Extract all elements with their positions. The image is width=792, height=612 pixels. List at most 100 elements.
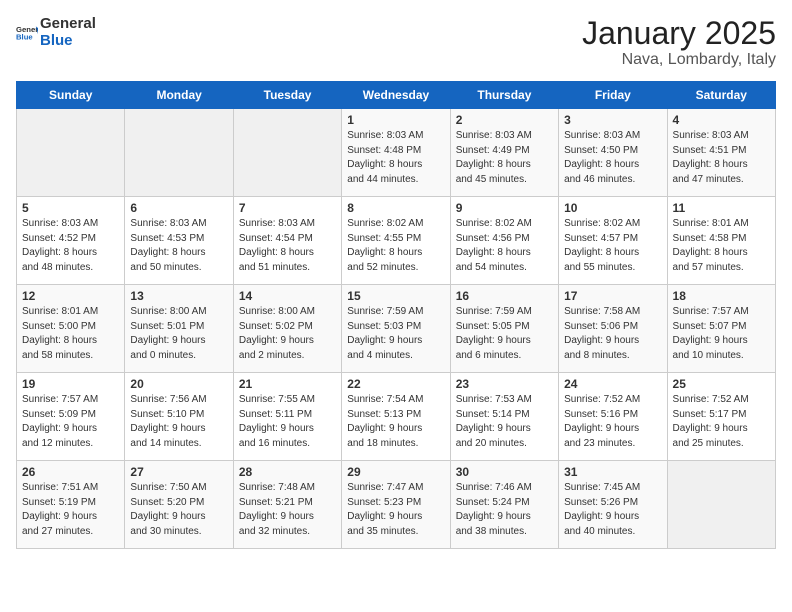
day-number: 26 (22, 465, 119, 479)
calendar-cell (667, 461, 775, 549)
day-info: Sunrise: 7:52 AM Sunset: 5:16 PM Dayligh… (564, 393, 661, 451)
calendar-cell: 15 Sunrise: 7:59 AM Sunset: 5:03 PM Dayli… (342, 285, 450, 373)
day-info: Sunrise: 7:46 AM Sunset: 5:24 PM Dayligh… (456, 481, 553, 539)
day-info: Sunrise: 7:57 AM Sunset: 5:09 PM Dayligh… (22, 393, 119, 451)
day-number: 14 (239, 289, 336, 303)
day-info: Sunrise: 7:59 AM Sunset: 5:03 PM Dayligh… (347, 305, 444, 363)
page-header: General Blue General Blue January 2025 N… (16, 16, 776, 69)
day-number: 19 (22, 377, 119, 391)
day-info: Sunrise: 8:02 AM Sunset: 4:57 PM Dayligh… (564, 217, 661, 275)
day-number: 22 (347, 377, 444, 391)
day-info: Sunrise: 8:03 AM Sunset: 4:52 PM Dayligh… (22, 217, 119, 275)
calendar-cell: 21 Sunrise: 7:55 AM Sunset: 5:11 PM Dayli… (233, 373, 341, 461)
calendar-title: January 2025 (582, 16, 776, 51)
calendar-cell: 24Sunrise: 7:52 AM Sunset: 5:16 PM Dayli… (559, 373, 667, 461)
calendar-cell: 31 Sunrise: 7:45 AM Sunset: 5:26 PM Dayli… (559, 461, 667, 549)
weekday-header-tuesday: Tuesday (233, 82, 341, 109)
day-info: Sunrise: 7:51 AM Sunset: 5:19 PM Dayligh… (22, 481, 119, 539)
calendar-cell: 5 Sunrise: 8:03 AM Sunset: 4:52 PM Daylig… (17, 197, 125, 285)
day-info: Sunrise: 8:02 AM Sunset: 4:55 PM Dayligh… (347, 217, 444, 275)
calendar-cell: 8 Sunrise: 8:02 AM Sunset: 4:55 PM Daylig… (342, 197, 450, 285)
day-info: Sunrise: 8:03 AM Sunset: 4:53 PM Dayligh… (130, 217, 227, 275)
logo: General Blue General Blue (16, 16, 96, 49)
day-info: Sunrise: 7:52 AM Sunset: 5:17 PM Dayligh… (673, 393, 770, 451)
day-number: 8 (347, 201, 444, 215)
day-number: 25 (673, 377, 770, 391)
day-number: 30 (456, 465, 553, 479)
weekday-row: SundayMondayTuesdayWednesdayThursdayFrid… (17, 82, 776, 109)
day-info: Sunrise: 7:55 AM Sunset: 5:11 PM Dayligh… (239, 393, 336, 451)
day-info: Sunrise: 7:56 AM Sunset: 5:10 PM Dayligh… (130, 393, 227, 451)
day-number: 2 (456, 113, 553, 127)
day-number: 5 (22, 201, 119, 215)
day-number: 31 (564, 465, 661, 479)
calendar-cell: 29Sunrise: 7:47 AM Sunset: 5:23 PM Dayli… (342, 461, 450, 549)
day-number: 1 (347, 113, 444, 127)
calendar-week-3: 12Sunrise: 8:01 AM Sunset: 5:00 PM Dayli… (17, 285, 776, 373)
day-number: 27 (130, 465, 227, 479)
calendar-cell: 22 Sunrise: 7:54 AM Sunset: 5:13 PM Dayli… (342, 373, 450, 461)
calendar-cell: 10Sunrise: 8:02 AM Sunset: 4:57 PM Dayli… (559, 197, 667, 285)
day-number: 16 (456, 289, 553, 303)
weekday-header-wednesday: Wednesday (342, 82, 450, 109)
calendar-week-5: 26 Sunrise: 7:51 AM Sunset: 5:19 PM Dayli… (17, 461, 776, 549)
day-info: Sunrise: 7:58 AM Sunset: 5:06 PM Dayligh… (564, 305, 661, 363)
calendar-cell: 18 Sunrise: 7:57 AM Sunset: 5:07 PM Dayli… (667, 285, 775, 373)
calendar-cell: 13Sunrise: 8:00 AM Sunset: 5:01 PM Dayli… (125, 285, 233, 373)
calendar-cell: 2 Sunrise: 8:03 AM Sunset: 4:49 PM Daylig… (450, 109, 558, 197)
day-info: Sunrise: 8:01 AM Sunset: 4:58 PM Dayligh… (673, 217, 770, 275)
day-info: Sunrise: 7:57 AM Sunset: 5:07 PM Dayligh… (673, 305, 770, 363)
day-info: Sunrise: 7:53 AM Sunset: 5:14 PM Dayligh… (456, 393, 553, 451)
day-info: Sunrise: 7:45 AM Sunset: 5:26 PM Dayligh… (564, 481, 661, 539)
calendar-cell (17, 109, 125, 197)
calendar-cell: 19 Sunrise: 7:57 AM Sunset: 5:09 PM Dayli… (17, 373, 125, 461)
calendar-week-1: 1 Sunrise: 8:03 AM Sunset: 4:48 PM Daylig… (17, 109, 776, 197)
day-number: 13 (130, 289, 227, 303)
calendar-week-4: 19 Sunrise: 7:57 AM Sunset: 5:09 PM Dayli… (17, 373, 776, 461)
calendar-cell: 25 Sunrise: 7:52 AM Sunset: 5:17 PM Dayli… (667, 373, 775, 461)
day-info: Sunrise: 8:00 AM Sunset: 5:02 PM Dayligh… (239, 305, 336, 363)
calendar-cell: 26 Sunrise: 7:51 AM Sunset: 5:19 PM Dayli… (17, 461, 125, 549)
day-info: Sunrise: 7:47 AM Sunset: 5:23 PM Dayligh… (347, 481, 444, 539)
day-number: 28 (239, 465, 336, 479)
calendar-cell: 7 Sunrise: 8:03 AM Sunset: 4:54 PM Daylig… (233, 197, 341, 285)
day-info: Sunrise: 8:03 AM Sunset: 4:48 PM Dayligh… (347, 129, 444, 187)
day-number: 7 (239, 201, 336, 215)
calendar-table: SundayMondayTuesdayWednesdayThursdayFrid… (16, 81, 776, 549)
day-info: Sunrise: 8:03 AM Sunset: 4:49 PM Dayligh… (456, 129, 553, 187)
calendar-cell: 1 Sunrise: 8:03 AM Sunset: 4:48 PM Daylig… (342, 109, 450, 197)
day-info: Sunrise: 8:01 AM Sunset: 5:00 PM Dayligh… (22, 305, 119, 363)
day-number: 18 (673, 289, 770, 303)
calendar-cell: 6 Sunrise: 8:03 AM Sunset: 4:53 PM Daylig… (125, 197, 233, 285)
day-number: 20 (130, 377, 227, 391)
day-info: Sunrise: 8:03 AM Sunset: 4:51 PM Dayligh… (673, 129, 770, 187)
calendar-cell: 20 Sunrise: 7:56 AM Sunset: 5:10 PM Dayli… (125, 373, 233, 461)
day-info: Sunrise: 8:03 AM Sunset: 4:54 PM Dayligh… (239, 217, 336, 275)
day-info: Sunrise: 7:50 AM Sunset: 5:20 PM Dayligh… (130, 481, 227, 539)
day-number: 17 (564, 289, 661, 303)
calendar-cell (233, 109, 341, 197)
calendar-cell: 12Sunrise: 8:01 AM Sunset: 5:00 PM Dayli… (17, 285, 125, 373)
calendar-cell: 17 Sunrise: 7:58 AM Sunset: 5:06 PM Dayli… (559, 285, 667, 373)
calendar-header: SundayMondayTuesdayWednesdayThursdayFrid… (17, 82, 776, 109)
logo-icon: General Blue (16, 22, 38, 44)
day-number: 6 (130, 201, 227, 215)
day-info: Sunrise: 8:02 AM Sunset: 4:56 PM Dayligh… (456, 217, 553, 275)
day-number: 23 (456, 377, 553, 391)
svg-text:Blue: Blue (16, 32, 33, 41)
calendar-cell: 16 Sunrise: 7:59 AM Sunset: 5:05 PM Dayli… (450, 285, 558, 373)
calendar-cell: 3Sunrise: 8:03 AM Sunset: 4:50 PM Daylig… (559, 109, 667, 197)
day-number: 15 (347, 289, 444, 303)
day-number: 21 (239, 377, 336, 391)
calendar-cell: 9 Sunrise: 8:02 AM Sunset: 4:56 PM Daylig… (450, 197, 558, 285)
weekday-header-friday: Friday (559, 82, 667, 109)
day-info: Sunrise: 7:48 AM Sunset: 5:21 PM Dayligh… (239, 481, 336, 539)
calendar-cell: 28 Sunrise: 7:48 AM Sunset: 5:21 PM Dayli… (233, 461, 341, 549)
day-number: 9 (456, 201, 553, 215)
logo-blue: Blue (40, 33, 96, 50)
calendar-week-2: 5 Sunrise: 8:03 AM Sunset: 4:52 PM Daylig… (17, 197, 776, 285)
day-info: Sunrise: 7:59 AM Sunset: 5:05 PM Dayligh… (456, 305, 553, 363)
calendar-body: 1 Sunrise: 8:03 AM Sunset: 4:48 PM Daylig… (17, 109, 776, 549)
calendar-cell: 11Sunrise: 8:01 AM Sunset: 4:58 PM Dayli… (667, 197, 775, 285)
day-info: Sunrise: 7:54 AM Sunset: 5:13 PM Dayligh… (347, 393, 444, 451)
